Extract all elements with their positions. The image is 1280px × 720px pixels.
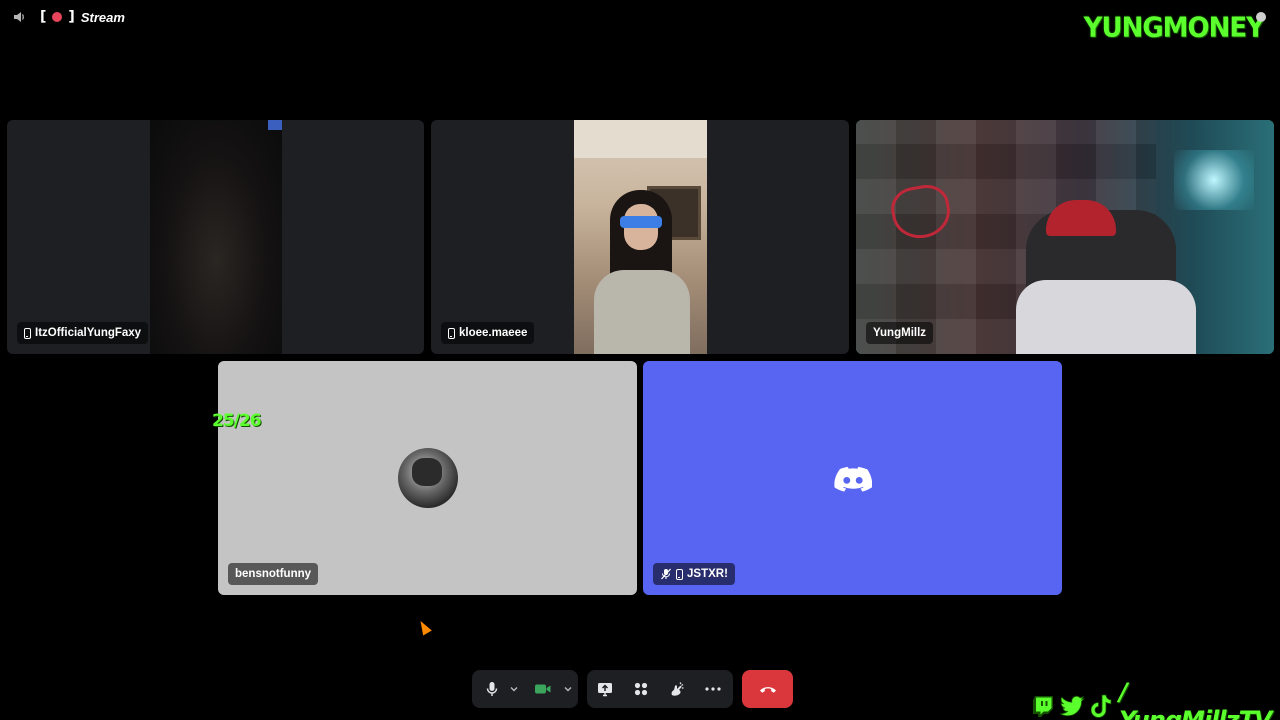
twitter-icon <box>1059 693 1086 719</box>
video-feed <box>856 120 1274 354</box>
participant-name-tag: bensnotfunny <box>228 563 319 585</box>
live-indicator-icon <box>52 12 63 22</box>
socials-handle: / YungMillzTV <box>1118 678 1273 720</box>
discord-logo-icon <box>834 466 872 492</box>
avatar <box>398 448 458 508</box>
disconnect-button[interactable] <box>742 670 793 708</box>
activities-icon <box>634 682 648 696</box>
camera-button[interactable] <box>525 670 561 708</box>
tiktok-icon <box>1090 693 1115 719</box>
microphone-options-button[interactable] <box>507 670 521 708</box>
participant-name: ItzOfficialYungFaxy <box>35 327 142 339</box>
microphone-button[interactable] <box>477 670 507 708</box>
microphone-icon <box>486 682 498 696</box>
stream-label: Stream <box>80 9 125 25</box>
screen-share-icon <box>598 682 612 696</box>
participant-tile[interactable]: bensnotfunny <box>218 361 637 595</box>
bracket-right: ] <box>68 9 75 25</box>
video-feed <box>574 120 707 354</box>
video-feed <box>150 120 282 354</box>
chevron-down-icon <box>564 687 572 692</box>
activities-button[interactable] <box>623 670 659 708</box>
participant-tile[interactable]: kloee.maeee <box>431 120 849 354</box>
mouse-cursor-icon <box>416 618 432 636</box>
participant-name-tag: kloee.maeee <box>441 322 535 344</box>
media-controls-group <box>472 670 578 708</box>
participant-tile[interactable]: ItzOfficialYungFaxy <box>7 120 424 354</box>
top-bar: [ ] Stream YUNGMONEY <box>0 0 1280 44</box>
participant-name-tag: ItzOfficialYungFaxy <box>17 322 149 344</box>
mic-muted-icon <box>661 568 671 580</box>
soundboard-button[interactable] <box>659 670 695 708</box>
bracket-left: [ <box>40 9 47 25</box>
call-actions-group <box>587 670 733 708</box>
more-options-button[interactable] <box>695 670 731 708</box>
camera-icon <box>535 684 551 694</box>
brand-logo-text: YUNGMONEY <box>1083 12 1265 44</box>
corner-dot-icon <box>1256 12 1266 22</box>
participant-tile-speaking[interactable]: YungMillz <box>856 120 1274 354</box>
speaker-icon[interactable] <box>12 10 26 24</box>
participant-name-tag: JSTXR! <box>653 563 735 585</box>
twitch-icon <box>1031 693 1056 719</box>
participant-name-tag: YungMillz <box>866 322 934 344</box>
hang-up-icon <box>759 687 776 693</box>
camera-options-button[interactable] <box>561 670 575 708</box>
soundboard-icon <box>671 682 684 696</box>
participant-name: bensnotfunny <box>235 568 312 580</box>
share-screen-button[interactable] <box>587 670 623 708</box>
participant-name: kloee.maeee <box>459 327 528 339</box>
chevron-down-icon <box>510 687 518 692</box>
phone-icon <box>676 568 683 580</box>
stream-badge: [ ] Stream <box>40 9 125 25</box>
phone-icon <box>24 327 31 339</box>
participant-name: YungMillz <box>873 327 927 339</box>
more-icon <box>705 687 721 691</box>
socials-overlay: / YungMillzTV <box>1031 678 1280 720</box>
participant-tile[interactable]: JSTXR! <box>643 361 1062 595</box>
stream-overlay-counter: 25/26 <box>212 411 262 431</box>
participant-name: JSTXR! <box>687 568 728 580</box>
phone-icon <box>448 327 455 339</box>
